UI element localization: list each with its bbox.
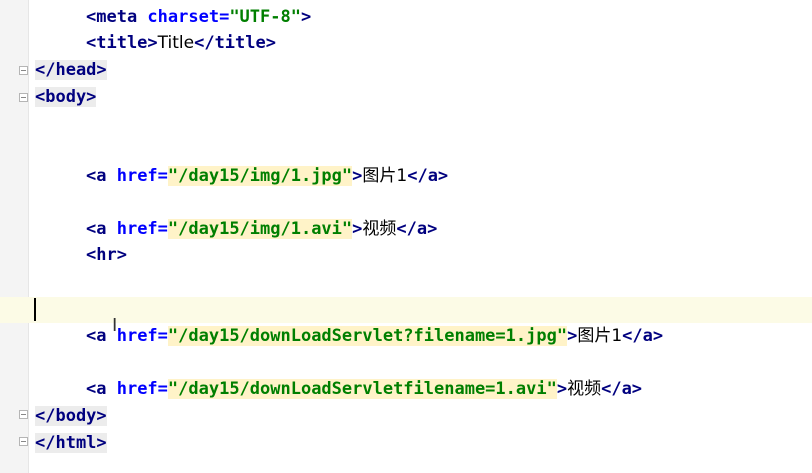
attr-value: "/day15/downLoadServlet?filename=1.jpg" <box>167 326 568 346</box>
tag-open: <meta <box>86 7 148 27</box>
attr-name: href= <box>116 379 168 399</box>
code-line-link-image[interactable]: <a href="/day15/img/1.jpg">图片1</a> <box>86 163 448 189</box>
attr-name: charset= <box>147 7 230 27</box>
attr-value: "/day15/img/1.avi" <box>167 219 353 239</box>
attr-name: href= <box>116 166 168 186</box>
code-line-head-close[interactable]: </head> <box>35 57 107 83</box>
text-caret <box>34 298 36 321</box>
fold-marker-icon[interactable] <box>19 410 28 419</box>
fold-marker-icon[interactable] <box>19 437 28 446</box>
attr-value: "/day15/img/1.jpg" <box>167 166 353 186</box>
link-text: 视频 <box>567 379 602 399</box>
tag-close: > <box>352 166 363 186</box>
tag-close: </title> <box>194 33 276 53</box>
tag-open: <hr> <box>86 245 127 265</box>
tag-close: </a> <box>601 379 643 399</box>
tag-open: <title> <box>86 33 158 53</box>
tag-close: </a> <box>396 219 438 239</box>
tag-close: </body> <box>35 406 107 426</box>
link-text: 图片1 <box>362 166 408 186</box>
code-line-hr[interactable]: <hr> <box>86 242 127 268</box>
tag-close: > <box>556 379 568 399</box>
tag-open: <a <box>86 166 117 186</box>
link-text: 图片1 <box>577 326 623 346</box>
code-editor[interactable]: <meta charset="UTF-8"> <title>Title</tit… <box>0 0 812 473</box>
attr-name: href= <box>116 326 168 346</box>
code-line-download-video[interactable]: <a href="/day15/downLoadServletfilename=… <box>86 376 642 402</box>
tag-close: </a> <box>407 166 449 186</box>
fold-marker-icon[interactable] <box>19 93 28 102</box>
code-line-title[interactable]: <title>Title</title> <box>86 30 276 56</box>
ibeam-cursor-icon: I <box>112 315 118 336</box>
code-line-body-open[interactable]: <body> <box>35 84 97 110</box>
attr-value: "/day15/downLoadServletfilename=1.avi" <box>167 379 557 399</box>
code-line-html-close[interactable]: </html> <box>35 430 107 456</box>
title-text: Title <box>157 33 195 53</box>
tag-close: > <box>300 7 312 27</box>
code-line-body-close[interactable]: </body> <box>35 403 107 429</box>
attr-name: href= <box>116 219 168 239</box>
fold-marker-icon[interactable] <box>19 66 28 75</box>
code-line-meta[interactable]: <meta charset="UTF-8"> <box>86 4 311 30</box>
tag-close: </html> <box>35 433 107 453</box>
tag-close: > <box>567 326 578 346</box>
code-line-download-image[interactable]: <a href="/day15/downLoadServlet?filename… <box>86 323 663 349</box>
current-line-highlight <box>0 297 812 323</box>
tag-close: > <box>352 219 363 239</box>
tag-open: <body> <box>35 87 97 107</box>
code-line-link-video[interactable]: <a href="/day15/img/1.avi">视频</a> <box>86 216 437 242</box>
tag-close: </a> <box>622 326 664 346</box>
tag-close: </head> <box>35 60 107 80</box>
attr-value: "UTF-8" <box>229 7 301 27</box>
tag-open: <a <box>86 219 117 239</box>
link-text: 视频 <box>362 219 397 239</box>
tag-open: <a <box>86 379 117 399</box>
